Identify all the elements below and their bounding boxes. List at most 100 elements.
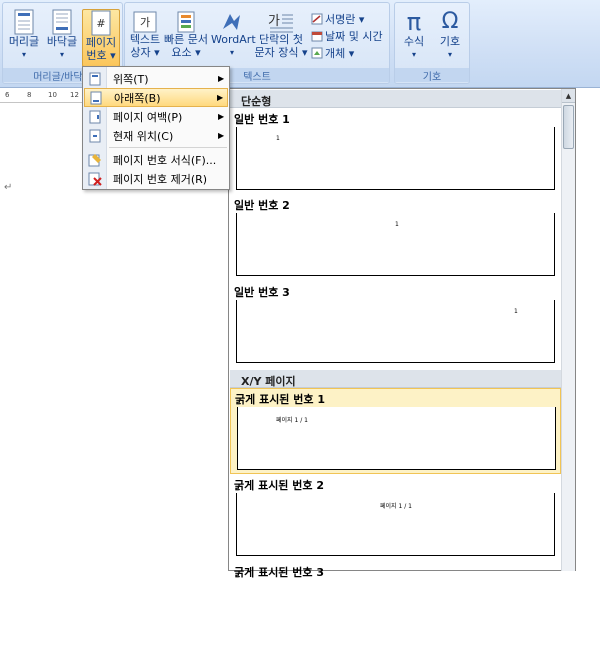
preview-page-number: 1: [514, 308, 518, 315]
menu-item-format[interactable]: 페이지 번호 서식(F)...: [84, 150, 228, 169]
submenu-arrow-icon: ▶: [218, 112, 225, 121]
right-margin: [576, 88, 600, 571]
gallery-item-title: 굵게 표시된 번호 3: [234, 566, 324, 579]
gallery-item-plain-2[interactable]: 일반 번호 2 1: [230, 195, 561, 281]
ruler-tick: 8: [27, 91, 32, 99]
gallery-item-plain-1[interactable]: 일반 번호 1 1: [230, 109, 561, 195]
menu-item-top[interactable]: 위쪽(T) ▶: [84, 69, 228, 88]
remove-icon: [88, 172, 102, 186]
ruler-tick: 10: [48, 91, 57, 99]
object-icon: [311, 47, 323, 59]
page-number-icon: #: [91, 10, 111, 36]
date-time-label: 날짜 및 시간: [325, 30, 383, 43]
wordart-button[interactable]: WordArt ▾: [211, 11, 256, 67]
signature-icon: [311, 13, 323, 25]
menu-item-label: 현재 위치(C): [113, 129, 174, 143]
gallery-item-title: 일반 번호 3: [234, 286, 290, 299]
format-icon: [88, 153, 101, 166]
wordart-icon: [223, 14, 240, 30]
drop-cap-icon: 가: [268, 14, 293, 33]
header-arrow: ▾: [21, 50, 26, 59]
scroll-up-icon[interactable]: ▲: [562, 89, 575, 103]
page-number-label-2: 번호 ▾: [86, 49, 116, 62]
object-label: 개체 ▾: [325, 47, 355, 60]
textbox-button[interactable]: 가 텍스트 상자 ▾: [127, 11, 163, 67]
signature-label: 서명란 ▾: [325, 13, 365, 26]
header-button[interactable]: 머리글 ▾: [7, 9, 41, 67]
gallery-item-title: 일반 번호 2: [234, 199, 290, 212]
object-button[interactable]: 개체 ▾: [311, 45, 354, 61]
equation-button[interactable]: π 수식 ▾: [397, 9, 431, 67]
menu-item-margins[interactable]: 페이지 여백(P) ▶: [84, 107, 228, 126]
quick-parts-icon: [177, 11, 195, 33]
gallery-item-plain-3[interactable]: 일반 번호 3 1: [230, 282, 561, 368]
symbol-arrow: ▾: [447, 50, 452, 59]
menu-item-label: 페이지 여백(P): [113, 110, 183, 124]
page-number-gallery[interactable]: 단순형 일반 번호 1 1 일반 번호 2 1 일반 번호 3 1 X/Y 페이…: [228, 88, 576, 579]
gallery-item-bold-3[interactable]: 굵게 표시된 번호 3: [230, 562, 561, 648]
gallery-item-bold-2[interactable]: 굵게 표시된 번호 2 페이지 1 / 1: [230, 475, 561, 561]
textbox-label-2: 상자 ▾: [130, 46, 160, 59]
preview-page-number: 1: [276, 135, 280, 142]
ruler-tick: 12: [70, 91, 79, 99]
menu-item-label: 위쪽(T): [113, 72, 149, 86]
symbol-button[interactable]: Ω 기호 ▾: [433, 9, 467, 67]
menu-item-remove[interactable]: 페이지 번호 제거(R): [84, 169, 228, 188]
footer-label: 바닥글: [46, 35, 78, 48]
drop-cap-button[interactable]: 가 단락의 첫 문자 장식 ▾: [254, 11, 308, 67]
page-number-label: 페이지: [85, 36, 117, 49]
page-margin-icon: [89, 110, 101, 123]
date-time-button[interactable]: 날짜 및 시간: [311, 28, 383, 44]
calendar-icon: [311, 31, 323, 42]
gallery-item-bold-1[interactable]: 굵게 표시된 번호 1 페이지 1 / 1: [230, 388, 561, 474]
header-icon: [14, 9, 34, 35]
submenu-arrow-icon: ▶: [218, 131, 225, 140]
submenu-arrow-icon: ▶: [218, 74, 225, 83]
page-number-button[interactable]: # 페이지 번호 ▾: [82, 9, 120, 67]
gallery-item-title: 일반 번호 1: [234, 113, 290, 126]
menu-item-label: 아래쪽(B): [114, 91, 161, 105]
menu-item-current-position[interactable]: 현재 위치(C) ▶: [84, 126, 228, 145]
gallery-item-preview: 1: [236, 213, 555, 276]
pi-icon: π: [406, 8, 422, 36]
gallery-item-title: 굵게 표시된 번호 2: [234, 479, 324, 492]
footer-icon: [52, 9, 72, 35]
menu-item-bottom[interactable]: 아래쪽(B) ▶: [84, 88, 228, 107]
symbol-label: 기호: [439, 35, 461, 48]
preview-page-number: 1: [395, 221, 399, 228]
gallery-scrollbar[interactable]: ▲: [561, 89, 575, 571]
gallery-item-preview: 페이지 1 / 1: [237, 407, 556, 470]
footer-button[interactable]: 바닥글 ▾: [43, 9, 81, 67]
drop-cap-label: 단락의 첫: [259, 33, 303, 46]
signature-line-button[interactable]: 서명란 ▾: [311, 11, 364, 27]
omega-icon: Ω: [441, 9, 459, 34]
group-symbols: π 수식 ▾ Ω 기호 ▾ 기호: [394, 2, 470, 84]
page-number-menu: 위쪽(T) ▶ 아래쪽(B) ▶ 페이지 여백(P) ▶ 현재 위치(C) ▶ …: [82, 66, 230, 190]
current-position-icon: [89, 129, 101, 142]
textbox-icon: 가: [133, 11, 157, 33]
drop-cap-label-2: 문자 장식 ▾: [254, 46, 308, 59]
gallery-item-preview: 페이지 1 / 1: [236, 493, 555, 556]
preview-page-number: 페이지 1 / 1: [276, 417, 308, 424]
quick-parts-label: 빠른 문서: [164, 33, 208, 46]
textbox-label: 텍스트: [129, 33, 161, 46]
quick-parts-label-2: 요소 ▾: [171, 46, 201, 59]
quick-parts-button[interactable]: 빠른 문서 요소 ▾: [163, 11, 209, 67]
equation-label: 수식: [403, 35, 425, 48]
wordart-label: WordArt: [211, 33, 256, 46]
page-bottom-icon: [90, 91, 102, 104]
footer-arrow: ▾: [59, 50, 64, 59]
menu-item-label: 페이지 번호 제거(R): [113, 172, 208, 186]
ruler-tick: 6: [5, 91, 10, 99]
paragraph-mark: ↵: [4, 182, 13, 193]
header-label: 머리글: [8, 35, 40, 48]
menu-item-label: 페이지 번호 서식(F)...: [113, 153, 217, 167]
gallery-item-preview: 1: [236, 300, 555, 363]
scroll-thumb[interactable]: [563, 105, 574, 149]
menu-separator: [109, 147, 227, 148]
gallery-section-xy: X/Y 페이지: [230, 370, 561, 388]
group-symbols-label: 기호: [395, 68, 469, 83]
svg-text:가: 가: [268, 14, 280, 29]
gallery-item-title: 굵게 표시된 번호 1: [235, 393, 325, 406]
preview-page-number: 페이지 1 / 1: [380, 503, 412, 510]
